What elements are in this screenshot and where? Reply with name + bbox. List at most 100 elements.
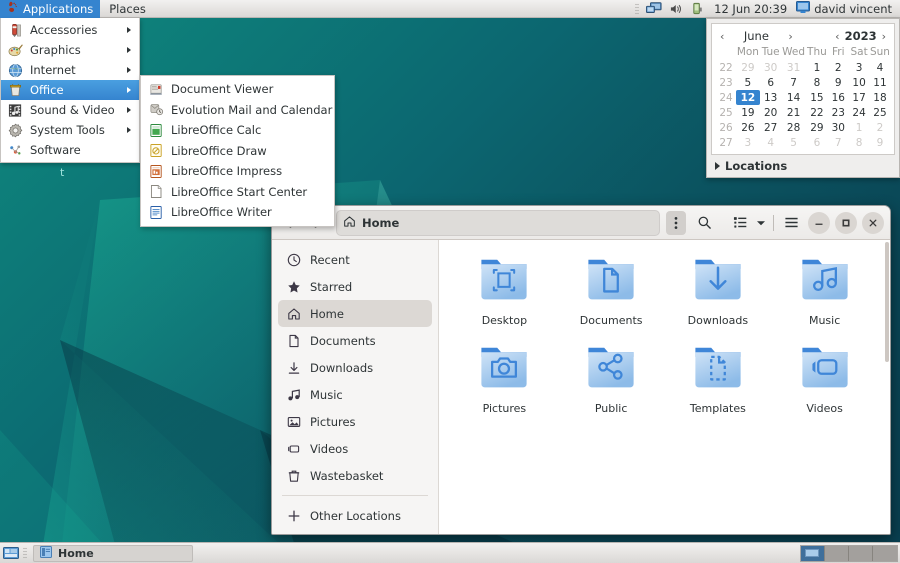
menu-item-graphics[interactable]: Graphics: [1, 40, 139, 60]
submenu-item-evolution[interactable]: Evolution Mail and Calendar: [141, 100, 334, 121]
calendar-day[interactable]: 30: [760, 60, 782, 75]
calendar-day[interactable]: 28: [782, 120, 806, 135]
calendar-day[interactable]: 25: [870, 105, 890, 120]
calendar-day[interactable]: 10: [848, 75, 870, 90]
submenu-item-libreoffice-impress[interactable]: LibreOffice Impress: [141, 161, 334, 182]
path-bar[interactable]: Home: [336, 209, 660, 236]
calendar-day[interactable]: 1: [848, 120, 870, 135]
workspace-4[interactable]: [873, 545, 897, 561]
applications-menu-button[interactable]: Applications: [0, 0, 101, 18]
folder-item-pictures[interactable]: Pictures: [451, 342, 558, 415]
folder-item-downloads[interactable]: Downloads: [665, 254, 772, 327]
workspace-2[interactable]: [825, 545, 849, 561]
folder-item-templates[interactable]: Templates: [665, 342, 772, 415]
menu-item-software[interactable]: Software: [1, 140, 139, 160]
menu-item-internet[interactable]: Internet: [1, 60, 139, 80]
calendar-day[interactable]: 4: [870, 60, 890, 75]
minimize-icon[interactable]: [808, 211, 830, 234]
calendar-day[interactable]: 31: [782, 60, 806, 75]
calendar-day[interactable]: 7: [828, 135, 848, 150]
panel-clock[interactable]: 12 Jun 20:39: [708, 2, 793, 16]
workspace-3[interactable]: [849, 545, 873, 561]
calendar-day[interactable]: 21: [782, 105, 806, 120]
calendar-day-selected[interactable]: 12: [736, 90, 760, 105]
submenu-item-libreoffice-calc[interactable]: LibreOffice Calc: [141, 120, 334, 141]
chevron-down-icon[interactable]: [754, 211, 768, 235]
calendar-day[interactable]: 4: [760, 135, 782, 150]
calendar-day[interactable]: 20: [760, 105, 782, 120]
calendar-day[interactable]: 29: [736, 60, 760, 75]
volume-icon[interactable]: [666, 0, 687, 18]
menu-item-sound-video[interactable]: Sound & Video: [1, 100, 139, 120]
calendar-day[interactable]: 13: [760, 90, 782, 105]
folder-item-videos[interactable]: Videos: [771, 342, 878, 415]
calendar-next-month-button[interactable]: ›: [784, 30, 796, 43]
submenu-item-libreoffice-draw[interactable]: LibreOffice Draw: [141, 141, 334, 162]
calendar-day[interactable]: 6: [760, 75, 782, 90]
calendar-day[interactable]: 30: [828, 120, 848, 135]
calendar-day[interactable]: 9: [828, 75, 848, 90]
folder-item-desktop[interactable]: Desktop: [451, 254, 558, 327]
calendar-day[interactable]: 11: [870, 75, 890, 90]
network-icon[interactable]: [642, 0, 666, 18]
sidebar-item-wastebasket[interactable]: Wastebasket: [278, 462, 432, 489]
show-desktop-icon[interactable]: [2, 544, 20, 562]
places-menu-button[interactable]: Places: [100, 0, 155, 18]
user-menu-button[interactable]: david vincent: [793, 0, 900, 17]
sidebar-item-recent[interactable]: Recent: [278, 246, 432, 273]
taskbar-window-button[interactable]: Home: [33, 544, 193, 562]
submenu-item-libreoffice-start-center[interactable]: LibreOffice Start Center: [141, 182, 334, 203]
calendar-day[interactable]: 18: [870, 90, 890, 105]
calendar-day[interactable]: 29: [806, 120, 829, 135]
calendar-day[interactable]: 15: [806, 90, 829, 105]
folder-item-music[interactable]: Music: [771, 254, 878, 327]
hamburger-menu-icon[interactable]: [779, 211, 803, 235]
calendar-day[interactable]: 2: [870, 120, 890, 135]
sidebar-item-starred[interactable]: Starred: [278, 273, 432, 300]
menu-item-accessories[interactable]: Accessories: [1, 20, 139, 40]
list-view-icon[interactable]: [728, 211, 752, 235]
submenu-item-document-viewer[interactable]: Document Viewer: [141, 79, 334, 100]
calendar-day[interactable]: 16: [828, 90, 848, 105]
close-icon[interactable]: [862, 211, 884, 234]
calendar-prev-year-button[interactable]: ‹: [831, 30, 843, 43]
sidebar-item-home[interactable]: Home: [278, 300, 432, 327]
calendar-day[interactable]: 5: [736, 75, 760, 90]
locations-expander[interactable]: Locations: [711, 155, 895, 177]
calendar-day[interactable]: 3: [736, 135, 760, 150]
calendar-day[interactable]: 1: [806, 60, 829, 75]
calendar-day[interactable]: 14: [782, 90, 806, 105]
calendar-day[interactable]: 7: [782, 75, 806, 90]
calendar-day[interactable]: 24: [848, 105, 870, 120]
battery-icon[interactable]: [687, 0, 708, 18]
calendar-day[interactable]: 26: [736, 120, 760, 135]
workspace-1[interactable]: [801, 545, 825, 561]
calendar-day[interactable]: 9: [870, 135, 890, 150]
maximize-icon[interactable]: [835, 211, 857, 234]
search-icon[interactable]: [692, 211, 716, 235]
sidebar-item-downloads[interactable]: Downloads: [278, 354, 432, 381]
calendar-day[interactable]: 2: [828, 60, 848, 75]
content-scrollbar[interactable]: [885, 242, 889, 362]
submenu-item-libreoffice-writer[interactable]: LibreOffice Writer: [141, 202, 334, 223]
sidebar-item-music[interactable]: Music: [278, 381, 432, 408]
sidebar-item-documents[interactable]: Documents: [278, 327, 432, 354]
calendar-day[interactable]: 3: [848, 60, 870, 75]
calendar-day[interactable]: 22: [806, 105, 829, 120]
sidebar-item-pictures[interactable]: Pictures: [278, 408, 432, 435]
calendar-next-year-button[interactable]: ›: [878, 30, 890, 43]
calendar-day[interactable]: 19: [736, 105, 760, 120]
sidebar-item-other-locations[interactable]: Other Locations: [278, 502, 432, 529]
calendar-day[interactable]: 27: [760, 120, 782, 135]
folder-item-public[interactable]: Public: [558, 342, 665, 415]
menu-item-office[interactable]: Office: [1, 80, 139, 100]
calendar-day[interactable]: 8: [806, 75, 829, 90]
calendar-day[interactable]: 5: [782, 135, 806, 150]
calendar-day[interactable]: 8: [848, 135, 870, 150]
sidebar-item-videos[interactable]: Videos: [278, 435, 432, 462]
calendar-day[interactable]: 23: [828, 105, 848, 120]
calendar-day[interactable]: 6: [806, 135, 829, 150]
calendar-prev-month-button[interactable]: ‹: [716, 30, 728, 43]
kebab-menu-icon[interactable]: [666, 210, 686, 235]
folder-item-documents[interactable]: Documents: [558, 254, 665, 327]
